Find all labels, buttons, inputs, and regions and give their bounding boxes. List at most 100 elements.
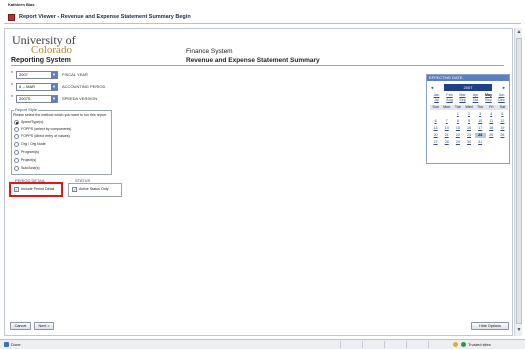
- status-cell: [340, 341, 341, 348]
- calendar-day[interactable]: 28: [441, 140, 452, 145]
- radio-fopps-direct[interactable]: FOPPS (direct entry of values): [14, 134, 70, 139]
- page-icon: [4, 342, 9, 347]
- radio-fopps-components[interactable]: FOPPS (select by components): [14, 127, 71, 132]
- calendar-day: [430, 112, 441, 117]
- calendar-day[interactable]: 13: [430, 126, 441, 131]
- status-cell: [362, 341, 363, 348]
- radio-button[interactable]: [14, 120, 19, 125]
- radio-button[interactable]: [14, 127, 19, 132]
- radio-label: Project(s): [21, 158, 37, 162]
- radio-speedtype[interactable]: SpeedType(s): [14, 120, 43, 125]
- calendar-day[interactable]: 6: [430, 119, 441, 124]
- report-name: Revenue and Expense Statement Summary: [186, 57, 320, 64]
- vertical-scrollbar[interactable]: ▲ ▼: [514, 28, 522, 336]
- radio-project[interactable]: Project(s): [14, 158, 36, 163]
- lock-icon: [453, 342, 458, 347]
- calendar-day[interactable]: 24: [474, 133, 486, 138]
- radio-button[interactable]: [14, 142, 19, 147]
- chevron-down-icon: ▼: [51, 84, 57, 90]
- calendar-day[interactable]: 1: [452, 112, 463, 117]
- calendar-day[interactable]: 25: [486, 133, 497, 138]
- system-name: Finance System: [186, 48, 233, 55]
- calendar-month[interactable]: Aug: [443, 98, 456, 103]
- calendar-day[interactable]: 11: [486, 119, 497, 124]
- radio-button[interactable]: [14, 134, 19, 139]
- effective-date-calendar: EFFECTIVE DATE ◄ 2007 ► Jan Feb Mar Apr May J…: [426, 74, 510, 164]
- calendar-day[interactable]: 22: [452, 133, 463, 138]
- radio-label: SpeedType(s): [21, 120, 44, 124]
- calendar-day[interactable]: 29: [452, 140, 463, 145]
- calendar-weekday: Sat: [499, 105, 506, 109]
- calendar-day[interactable]: 26: [497, 133, 508, 138]
- calendar-day[interactable]: 7: [441, 119, 452, 124]
- accounting-period-select[interactable]: 6 -- MAR ▼: [16, 83, 58, 91]
- fiscal-year-select[interactable]: 2007 ▼: [16, 71, 58, 79]
- radio-button[interactable]: [14, 158, 19, 163]
- required-marker: *: [11, 71, 13, 77]
- calendar-nav: ◄ 2007 ►: [429, 83, 507, 91]
- calendar-day[interactable]: 4: [486, 112, 497, 117]
- calendar-day[interactable]: 30: [463, 140, 474, 145]
- calendar-day[interactable]: 15: [452, 126, 463, 131]
- fiscal-year-value: 2007: [19, 72, 28, 77]
- checkbox-label: Include Period Detail: [21, 187, 55, 191]
- calendar-weekday: Wed: [465, 105, 473, 109]
- calendar-month[interactable]: Dec: [495, 98, 508, 103]
- speeda-version-select[interactable]: 2007S ▼: [16, 95, 58, 103]
- accounting-period-label: ACCOUNTING PERIOD: [62, 84, 106, 89]
- calendar-day[interactable]: 12: [497, 119, 508, 124]
- calendar-day[interactable]: 5: [497, 112, 508, 117]
- calendar-month[interactable]: Jul: [430, 98, 443, 103]
- window-title: Report Viewer - Revenue and Expense Stat…: [19, 14, 191, 20]
- radio-button[interactable]: [14, 166, 19, 171]
- calendar-day[interactable]: 18: [486, 126, 497, 131]
- radio-org[interactable]: Org / Org Node: [14, 142, 46, 147]
- next-year-icon[interactable]: ►: [501, 84, 507, 91]
- active-status-checkbox[interactable]: ✓ Active Status Only: [72, 187, 108, 192]
- status-title: STATUS: [74, 178, 92, 183]
- radio-program[interactable]: Program(s): [14, 150, 39, 155]
- include-period-detail-checkbox[interactable]: ✓ Include Period Detail: [14, 187, 54, 192]
- calendar-day[interactable]: 3: [475, 112, 486, 117]
- scroll-up-icon[interactable]: ▲: [516, 29, 522, 36]
- calendar-day[interactable]: 21: [441, 133, 452, 138]
- speeda-version-label: SPEEDA VERSION: [62, 96, 98, 101]
- radio-label: FOPPS (select by components): [21, 127, 72, 131]
- hide-options-button[interactable]: Hide Options: [471, 322, 509, 330]
- calendar-day[interactable]: 2: [463, 112, 474, 117]
- calendar-month[interactable]: Nov: [482, 98, 495, 103]
- calendar-day[interactable]: 9: [463, 119, 474, 124]
- calendar-day[interactable]: 17: [475, 126, 486, 131]
- scroll-down-icon[interactable]: ▼: [516, 327, 522, 334]
- check-icon[interactable]: ✓: [72, 187, 77, 192]
- speeda-version-value: 2007S: [19, 96, 31, 101]
- next-button[interactable]: Next >: [34, 322, 54, 330]
- calendar-day[interactable]: 10: [475, 119, 486, 124]
- calendar-weekday: Thu: [477, 105, 484, 109]
- calendar-day[interactable]: 27: [430, 140, 441, 145]
- calendar-month[interactable]: Oct: [469, 98, 482, 103]
- calendar-day[interactable]: 20: [430, 133, 441, 138]
- calendar-day[interactable]: 31: [475, 140, 486, 145]
- logo-colorado: Colorado: [31, 44, 72, 56]
- status-cell: [428, 341, 429, 348]
- calendar-month[interactable]: Sep: [456, 98, 469, 103]
- calendar-weekday: Fri: [489, 105, 494, 109]
- calendar-day[interactable]: 23: [463, 133, 474, 138]
- calendar-weekday: Tue: [454, 105, 461, 109]
- radio-button[interactable]: [14, 150, 19, 155]
- calendar-day: [486, 140, 497, 145]
- status-cell: [384, 341, 385, 348]
- check-icon[interactable]: ✓: [14, 187, 19, 192]
- radio-subacct[interactable]: Sub/Acct(s): [14, 166, 40, 171]
- calendar-day[interactable]: 8: [452, 119, 463, 124]
- calendar-day[interactable]: 19: [497, 126, 508, 131]
- cancel-button[interactable]: Cancel: [10, 322, 31, 330]
- calendar-day[interactable]: 14: [441, 126, 452, 131]
- reporting-system-label: Reporting System: [11, 57, 71, 64]
- status-text: Done: [11, 342, 21, 347]
- calendar-day: [441, 112, 452, 117]
- prev-year-icon[interactable]: ◄: [429, 84, 435, 91]
- scroll-thumb[interactable]: [516, 38, 522, 324]
- calendar-day[interactable]: 16: [463, 126, 474, 131]
